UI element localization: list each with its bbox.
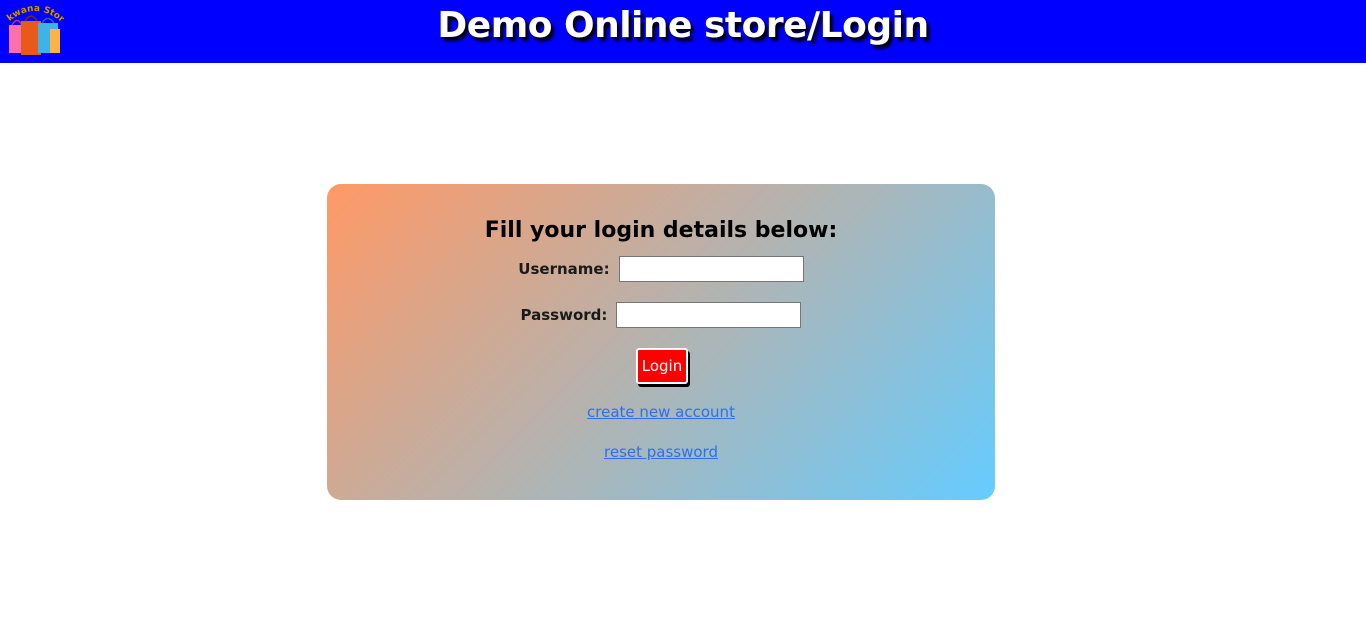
- username-row: Username:: [327, 256, 995, 286]
- create-account-link[interactable]: create new account: [587, 403, 735, 421]
- site-header: Nkwana Store Demo Online store/Login: [0, 0, 1366, 63]
- reset-password-link[interactable]: reset password: [604, 443, 718, 461]
- username-input[interactable]: [618, 256, 804, 282]
- create-account-row: create new account: [327, 403, 995, 421]
- login-button[interactable]: Login: [636, 348, 688, 384]
- login-card: Fill your login details below: Username:…: [327, 184, 995, 500]
- password-input[interactable]: [616, 302, 802, 328]
- reset-password-row: reset password: [327, 443, 995, 461]
- page-title: Demo Online store/Login: [437, 5, 929, 46]
- username-label: Username:: [518, 260, 610, 278]
- login-heading: Fill your login details below:: [484, 218, 838, 243]
- password-label: Password:: [520, 306, 608, 324]
- password-row: Password:: [327, 302, 995, 332]
